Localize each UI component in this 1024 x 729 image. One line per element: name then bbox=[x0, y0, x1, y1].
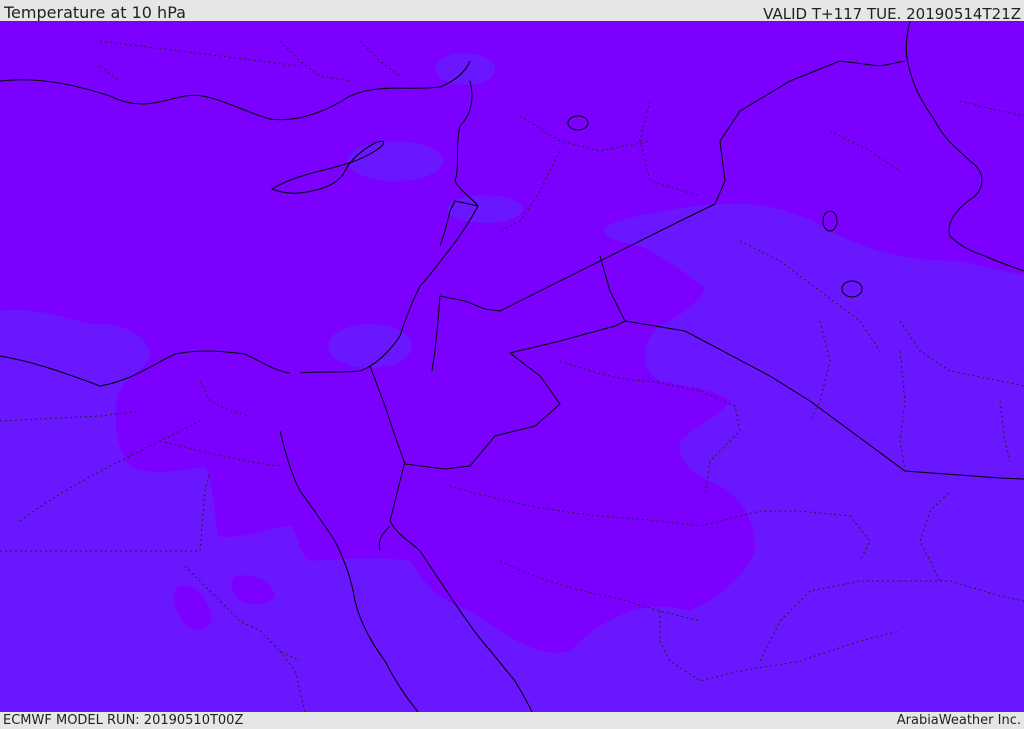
map-frame: Temperature at 10 hPa VALID T+117 TUE. 2… bbox=[0, 0, 1024, 729]
map-svg bbox=[0, 21, 1024, 712]
header-bar: Temperature at 10 hPa VALID T+117 TUE. 2… bbox=[0, 0, 1024, 23]
map-canvas bbox=[0, 21, 1024, 712]
credit-label: ArabiaWeather Inc. bbox=[896, 713, 1021, 728]
cool-patch-lebanon bbox=[447, 195, 523, 223]
cool-patch-levant bbox=[328, 324, 412, 368]
model-run-label: ECMWF MODEL RUN: 20190510T00Z bbox=[3, 713, 244, 728]
cool-patch-cyprus bbox=[347, 141, 443, 181]
footer-bar: ECMWF MODEL RUN: 20190510T00Z ArabiaWeat… bbox=[0, 712, 1024, 729]
map-title: Temperature at 10 hPa bbox=[4, 3, 186, 22]
